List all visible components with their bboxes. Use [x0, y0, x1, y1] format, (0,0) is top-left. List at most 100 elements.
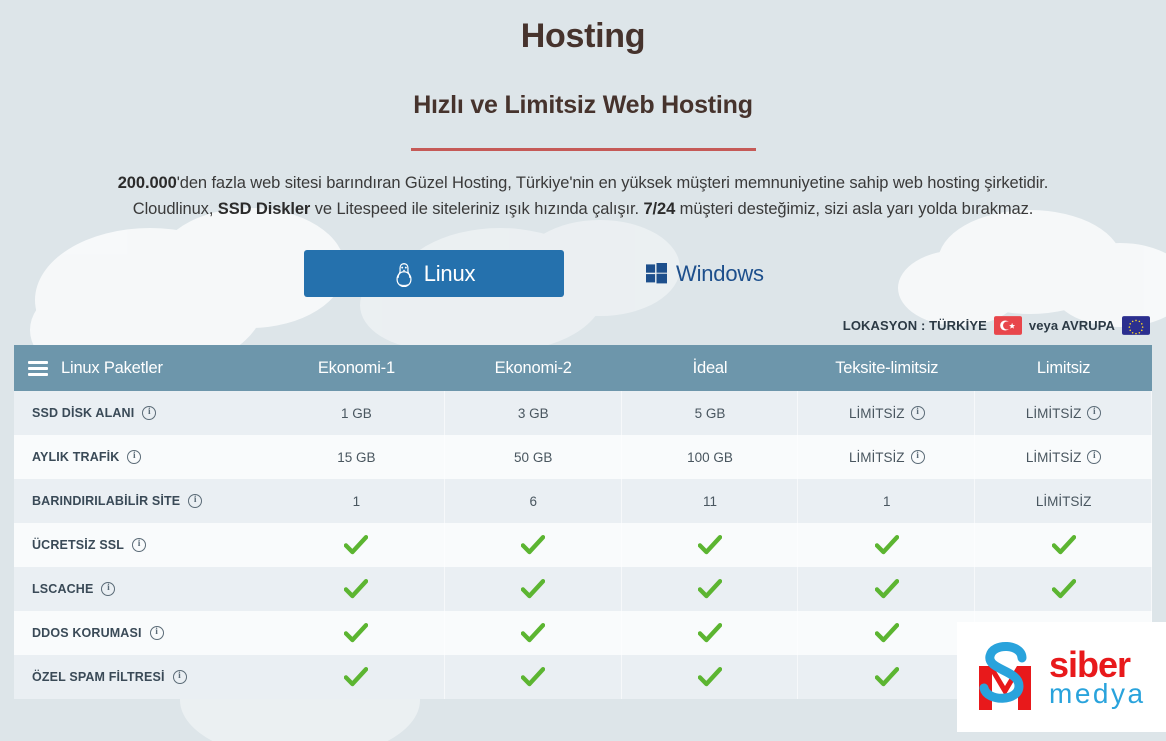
- watermark-text: siber medya: [1049, 643, 1146, 709]
- table-cell: 5 GB: [622, 391, 799, 435]
- tab-linux[interactable]: Linux: [304, 250, 564, 298]
- column-header-0: Linux Paketler: [61, 358, 163, 377]
- info-icon[interactable]: i: [132, 538, 147, 553]
- cell-value: LİMİTSİZ: [849, 405, 905, 421]
- info-icon[interactable]: i: [910, 450, 925, 465]
- table-cell: [268, 567, 445, 611]
- check-icon: [874, 623, 899, 643]
- cell-value: LİMİTSİZ: [849, 449, 905, 465]
- table-cell: [975, 567, 1152, 611]
- row-label-cell: BARINDIRILABİLİR SİTE i: [14, 479, 268, 523]
- watermark-logo: siber medya: [957, 622, 1166, 732]
- table-cell: LİMİTSİZ i: [798, 391, 975, 435]
- check-icon: [521, 667, 546, 687]
- cell-value: 3 GB: [517, 405, 549, 421]
- info-icon[interactable]: i: [172, 670, 187, 685]
- check-icon: [874, 535, 899, 555]
- table-row: ÜCRETSİZ SSL i: [14, 523, 1152, 568]
- europe-flag-icon[interactable]: [1122, 316, 1150, 336]
- table-row: SSD DİSK ALANI i 1 GB 3 GB 5 GB LİMİTSİZ i LİMİ…: [14, 391, 1152, 436]
- column-header-5-cell[interactable]: Limitsiz: [975, 345, 1152, 391]
- table-cell: [445, 567, 622, 611]
- cell-value: LİMİTSİZ: [1025, 405, 1082, 421]
- cell-value: 5 GB: [694, 405, 726, 421]
- tab-windows[interactable]: Windows: [646, 261, 764, 287]
- table-row: LSCACHE i: [14, 567, 1152, 612]
- intro-line2-a: Cloudlinux,: [132, 200, 218, 219]
- check-icon: [521, 623, 546, 643]
- table-cell: 100 GB: [622, 435, 799, 479]
- table-cell: [268, 655, 445, 699]
- table-cell: [975, 523, 1152, 567]
- check-icon: [697, 579, 722, 599]
- table-cell: [798, 567, 975, 611]
- intro-line1: 'den fazla web sitesi barındıran Güzel H…: [176, 174, 1049, 193]
- row-label-cell: ÜCRETSİZ SSL i: [14, 523, 268, 567]
- intro-count: 200.000: [117, 174, 177, 193]
- check-icon: [1051, 535, 1076, 555]
- table-cell: [798, 655, 975, 699]
- table-cell: [268, 523, 445, 567]
- check-icon: [521, 579, 546, 599]
- cell-value: 1 GB: [341, 405, 372, 421]
- check-icon: [874, 579, 899, 599]
- table-cell: 50 GB: [445, 435, 622, 479]
- table-cell: LİMİTSİZ i: [975, 391, 1152, 435]
- intro-line2-b: ve Litespeed ile siteleriniz ışık hızınd…: [310, 200, 644, 219]
- watermark-brand-top: siber: [1049, 643, 1131, 685]
- table-cell: [622, 611, 799, 655]
- table-cell: LİMİTSİZ i: [798, 435, 975, 479]
- info-icon[interactable]: i: [149, 626, 164, 641]
- column-header-3-cell[interactable]: İdeal: [622, 345, 799, 391]
- info-icon[interactable]: i: [1087, 450, 1102, 465]
- os-tab-row: Linux Windows: [0, 250, 1166, 298]
- check-icon: [874, 667, 899, 687]
- info-icon[interactable]: i: [188, 494, 203, 509]
- check-icon: [697, 667, 722, 687]
- hamburger-icon[interactable]: [28, 360, 48, 376]
- table-cell: LİMİTSİZ: [975, 479, 1152, 523]
- cell-value: LİMİTSİZ: [1025, 449, 1082, 465]
- table-cell: [798, 523, 975, 567]
- siber-medya-mark-icon: [979, 642, 1031, 710]
- row-label-cell: SSD DİSK ALANI i: [14, 391, 268, 435]
- check-icon: [1051, 579, 1076, 599]
- table-cell: 1: [798, 479, 975, 523]
- cell-value: 6: [529, 493, 537, 509]
- turkey-flag-icon[interactable]: [993, 316, 1022, 336]
- table-cell: [622, 655, 799, 699]
- table-cell: 1: [268, 479, 445, 523]
- table-cell: [622, 523, 799, 567]
- info-icon[interactable]: i: [910, 406, 925, 421]
- info-icon[interactable]: i: [142, 406, 157, 421]
- table-cell: 6: [445, 479, 622, 523]
- watermark-brand-bottom: medya: [1049, 677, 1146, 709]
- column-header-1-cell[interactable]: Ekonomi-1: [268, 345, 445, 391]
- table-cell: 3 GB: [445, 391, 622, 435]
- location-label: LOKASYON : TÜRKİYE: [842, 318, 987, 334]
- row-label: DDOS KORUMASI: [32, 626, 142, 641]
- hosting-page: Hosting Hızlı ve Limitsiz Web Hosting 20…: [0, 0, 1166, 700]
- cell-value: 1: [352, 493, 361, 509]
- column-header-1: Ekonomi-1: [317, 358, 395, 377]
- cell-value: 11: [702, 493, 717, 509]
- row-label: LSCACHE: [32, 582, 94, 597]
- table-cell: [445, 611, 622, 655]
- column-header-2-cell[interactable]: Ekonomi-2: [445, 345, 622, 391]
- row-label: ÖZEL SPAM FİLTRESİ: [32, 670, 165, 685]
- column-header-3: İdeal: [692, 358, 728, 377]
- check-icon: [344, 535, 369, 555]
- table-cell: LİMİTSİZ i: [975, 435, 1152, 479]
- column-header-4-cell[interactable]: Teksite-limitsiz: [798, 345, 975, 391]
- check-icon: [344, 667, 369, 687]
- intro-line2-c: müşteri desteğimiz, sizi asla yarı yolda…: [675, 200, 1034, 219]
- info-icon[interactable]: i: [1087, 406, 1102, 421]
- intro-ssd: SSD Diskler: [217, 200, 311, 219]
- info-icon[interactable]: i: [127, 450, 142, 465]
- intro-support: 7/24: [643, 200, 676, 219]
- intro-paragraph: 200.000'den fazla web sitesi barındıran …: [0, 170, 1166, 222]
- row-label: ÜCRETSİZ SSL: [32, 538, 125, 553]
- table-cell: 15 GB: [268, 435, 445, 479]
- info-icon[interactable]: i: [101, 582, 116, 597]
- location-separator: veya AVRUPA: [1028, 318, 1115, 334]
